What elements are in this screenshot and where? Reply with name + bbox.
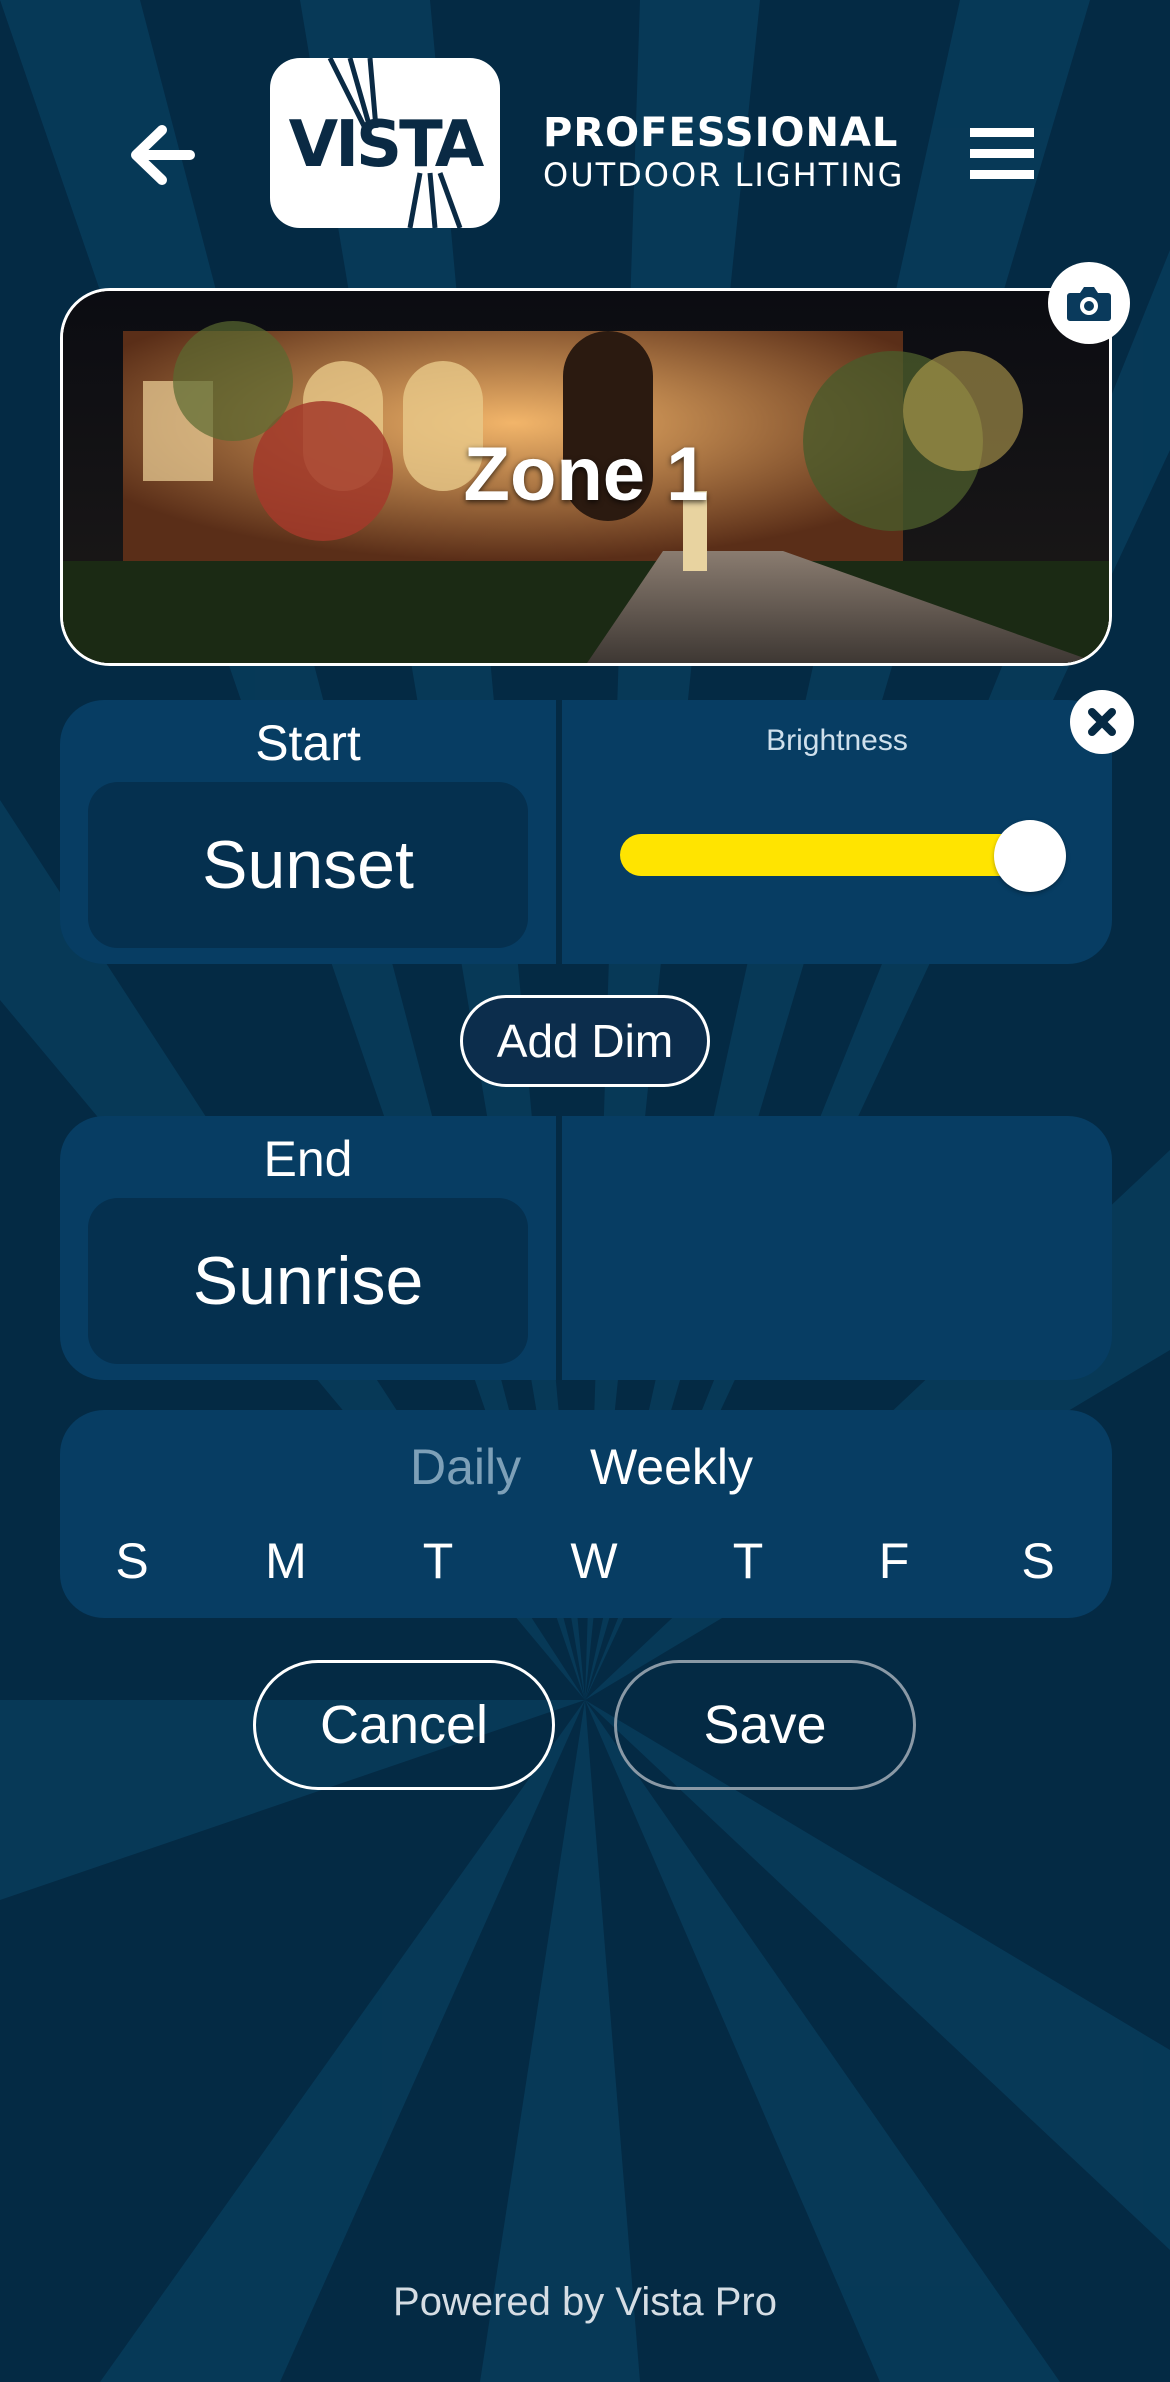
end-label: End	[263, 1131, 353, 1187]
panel-divider	[556, 1116, 562, 1380]
brightness-slider-thumb[interactable]	[994, 820, 1066, 892]
arrow-left-icon	[131, 125, 195, 185]
end-panel: End Sunrise	[60, 1116, 1112, 1380]
change-photo-button[interactable]	[1048, 262, 1130, 344]
start-label: Start	[255, 715, 361, 771]
day-friday[interactable]: F	[854, 1532, 934, 1590]
back-button[interactable]	[120, 110, 210, 200]
camera-icon	[1067, 287, 1111, 321]
brand-tagline-secondary: OUTDOOR LIGHTING	[543, 156, 905, 194]
schedule-panel: Daily Weekly S M T W T F S	[60, 1410, 1112, 1618]
end-time-selector[interactable]: Sunrise	[88, 1198, 528, 1364]
day-sunday[interactable]: S	[92, 1532, 172, 1590]
tab-daily[interactable]: Daily	[410, 1438, 521, 1496]
day-thursday[interactable]: T	[708, 1532, 788, 1590]
remove-dim-button[interactable]	[1070, 690, 1134, 754]
day-tuesday[interactable]: T	[398, 1532, 478, 1590]
menu-button[interactable]	[960, 118, 1044, 190]
hamburger-menu-icon	[970, 128, 1034, 179]
zone-title: Zone 1	[463, 432, 709, 517]
vista-logo: VISTA	[270, 58, 500, 228]
logo-text: VISTA	[288, 108, 485, 182]
start-time-selector[interactable]: Sunset	[88, 782, 528, 948]
day-monday[interactable]: M	[246, 1532, 326, 1590]
day-saturday[interactable]: S	[998, 1532, 1078, 1590]
brightness-slider-track[interactable]	[620, 834, 1040, 876]
footer-text: Powered by Vista Pro	[393, 2280, 777, 2324]
cancel-button[interactable]: Cancel	[253, 1660, 555, 1790]
zone-photo-card[interactable]: Zone 1	[60, 288, 1112, 666]
day-wednesday[interactable]: W	[554, 1532, 634, 1590]
start-panel: Start Sunset Brightness	[60, 700, 1112, 964]
brightness-label: Brightness	[766, 724, 908, 757]
brand-tagline-primary: PROFESSIONAL	[543, 110, 899, 156]
save-button[interactable]: Save	[614, 1660, 916, 1790]
add-dim-button[interactable]: Add Dim	[460, 995, 710, 1087]
tab-weekly[interactable]: Weekly	[590, 1438, 753, 1496]
close-circle-icon	[1088, 708, 1116, 736]
